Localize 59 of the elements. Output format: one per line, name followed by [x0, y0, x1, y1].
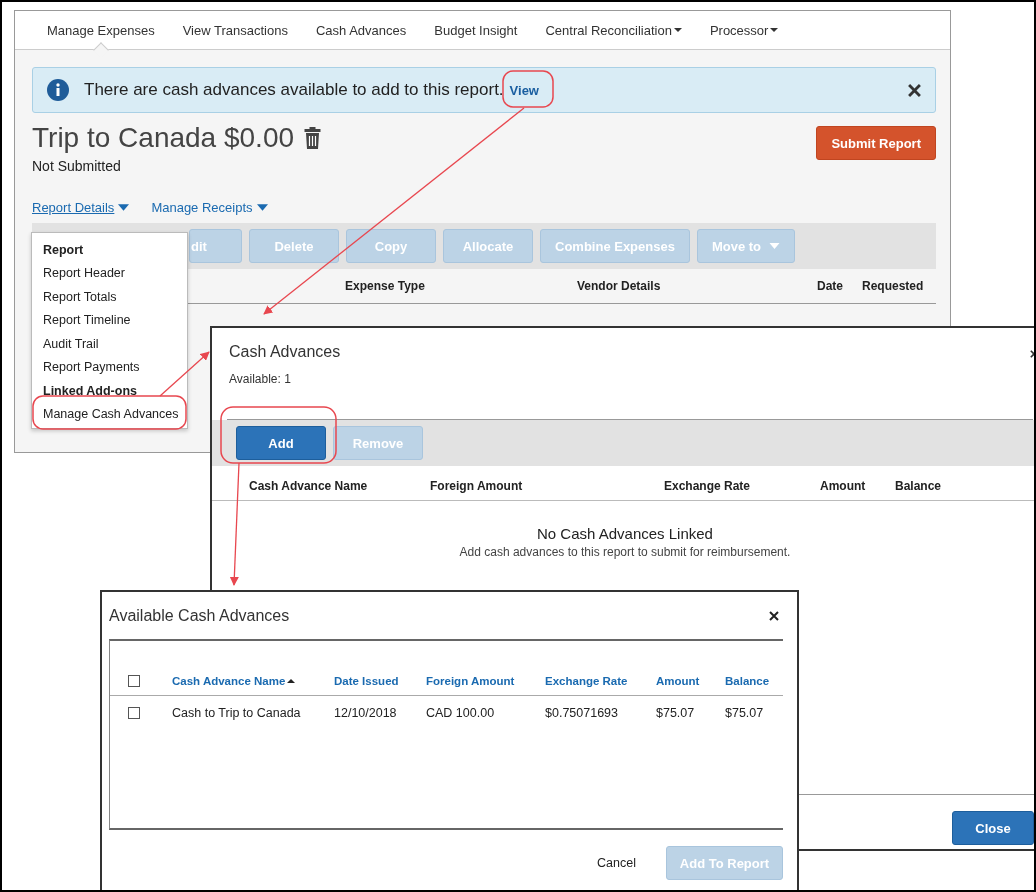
sortable-column-header[interactable]: Amount — [656, 675, 725, 687]
menu-item[interactable]: Manage Cash Advances — [43, 402, 187, 426]
menu-item[interactable]: Report Totals — [43, 285, 187, 309]
caret-icon — [118, 204, 130, 211]
column-header: Foreign Amount — [430, 479, 524, 493]
banner-message: There are cash advances available to add to this report. — [84, 80, 504, 100]
sortable-column-header[interactable]: Date Issued — [334, 675, 426, 687]
sortable-column-header[interactable]: Cash Advance Name — [172, 675, 334, 687]
dropdown-link[interactable]: Manage Receipts — [151, 200, 268, 215]
info-icon — [47, 79, 69, 101]
close-icon[interactable] — [908, 83, 921, 97]
checkbox[interactable] — [128, 675, 140, 687]
cancel-button[interactable]: Cancel — [597, 856, 636, 870]
sortable-column-header[interactable]: Exchange Rate — [545, 675, 656, 687]
menu-heading: Report — [43, 241, 85, 259]
nav-tab[interactable]: Budget Insight — [420, 11, 532, 49]
table-cell-text: Cash to Trip to Canada — [172, 705, 302, 720]
annotation-arrow — [159, 351, 210, 397]
report-status: Not Submitted — [32, 158, 122, 174]
empty-state-message: Add cash advances to this report to submit for reimbursement. — [458, 545, 792, 559]
close-button[interactable]: Close — [952, 811, 1034, 845]
table-cell-text: $75.07 — [725, 705, 765, 720]
nav-tab[interactable]: Central Reconciliation — [531, 11, 696, 49]
checkbox[interactable] — [128, 706, 140, 719]
menu-item[interactable]: Report Payments — [43, 355, 187, 379]
nav-tab[interactable]: Cash Advances — [301, 11, 421, 49]
menu-item[interactable]: Report Timeline — [43, 308, 187, 332]
dropdown-link[interactable]: Report Details — [32, 200, 130, 215]
view-link[interactable]: View — [509, 82, 539, 98]
sortable-column-header[interactable]: Balance — [725, 675, 783, 687]
column-header: Cash Advance Name — [249, 479, 369, 493]
dialog-title: Available Cash Advances — [109, 606, 290, 625]
report-title: Trip to Canada $0.00 — [32, 122, 295, 154]
dialog-button[interactable]: Add — [236, 426, 326, 460]
table-cell-text: 12/10/2018 — [334, 705, 398, 720]
sortable-column-header[interactable]: Foreign Amount — [426, 675, 545, 687]
column-header: Vendor Details — [577, 279, 662, 293]
dialog-title: Cash Advances — [229, 343, 341, 361]
column-header: Exchange Rate — [664, 479, 752, 493]
nav-tab[interactable]: View Transactions — [168, 11, 302, 49]
column-header: Amount — [820, 479, 867, 493]
menu-item[interactable]: Audit Trail — [43, 332, 187, 356]
table-cell-text: CAD 100.00 — [426, 705, 496, 720]
trash-icon[interactable] — [304, 127, 322, 149]
submit-report-button[interactable]: Submit Report — [816, 126, 936, 160]
highlight-ring — [502, 70, 554, 108]
menu-item[interactable]: Report Header — [43, 261, 187, 285]
column-header: Requested — [862, 279, 925, 293]
empty-state-title: No Cash Advances Linked — [536, 525, 714, 542]
menu-heading: Linked Add-ons — [43, 382, 138, 400]
nav-tab[interactable]: Processor — [695, 11, 793, 49]
column-header: Date — [817, 279, 844, 293]
column-header: Balance — [895, 479, 943, 493]
table-cell-text: $75.07 — [656, 705, 696, 720]
caret-icon — [256, 204, 268, 211]
column-header: Expense Type — [345, 279, 426, 293]
available-count: Available: 1 — [229, 372, 291, 386]
close-icon[interactable] — [769, 610, 779, 621]
table-cell-text: $0.75071693 — [545, 705, 619, 720]
